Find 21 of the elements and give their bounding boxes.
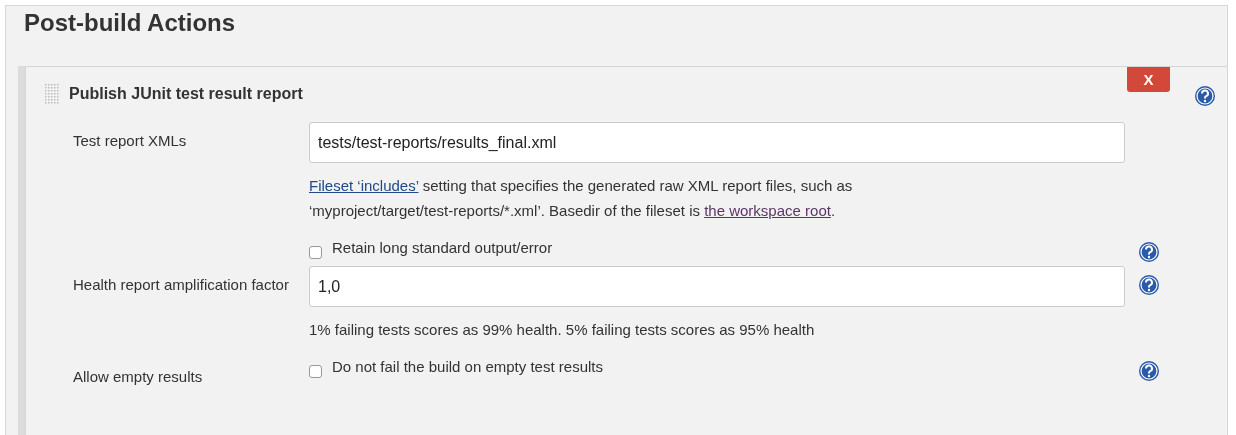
field-label: Test report XMLs: [73, 132, 187, 149]
delete-button[interactable]: X: [1127, 67, 1170, 92]
text-field[interactable]: 1,0: [309, 266, 1125, 307]
help-icon[interactable]: [1194, 85, 1216, 107]
field-label: Allow empty results: [73, 368, 203, 385]
checkbox[interactable]: [309, 365, 322, 378]
section-title: Post-build Actions: [23, 8, 237, 38]
checkbox[interactable]: [309, 246, 322, 259]
help-icon[interactable]: [1138, 274, 1160, 296]
checkbox-label[interactable]: Do not fail the build on empty test results: [332, 358, 603, 375]
field-description: 1% failing tests scores as 99% health. 5% failing tests scores as 95% health: [309, 320, 816, 340]
drag-handle-icon[interactable]: [44, 83, 60, 105]
field-label: Health report amplification factor: [73, 276, 289, 293]
help-link[interactable]: Fileset ‘includes’: [309, 177, 419, 194]
help-icon[interactable]: [1138, 241, 1160, 263]
help-link[interactable]: the workspace root: [704, 202, 831, 219]
text-field[interactable]: tests/test-reports/results_final.xml: [309, 122, 1125, 163]
step-title: Publish JUnit test result report: [69, 85, 304, 103]
checkbox-label[interactable]: Retain long standard output/error: [332, 239, 553, 256]
help-icon[interactable]: [1138, 360, 1160, 382]
field-description: Fileset ‘includes’ setting that specifies the generated raw XML report files, such as ‘myproject/target/test-reports/*.xml’. Basedir of the fileset is the workspace root.: [309, 176, 854, 221]
